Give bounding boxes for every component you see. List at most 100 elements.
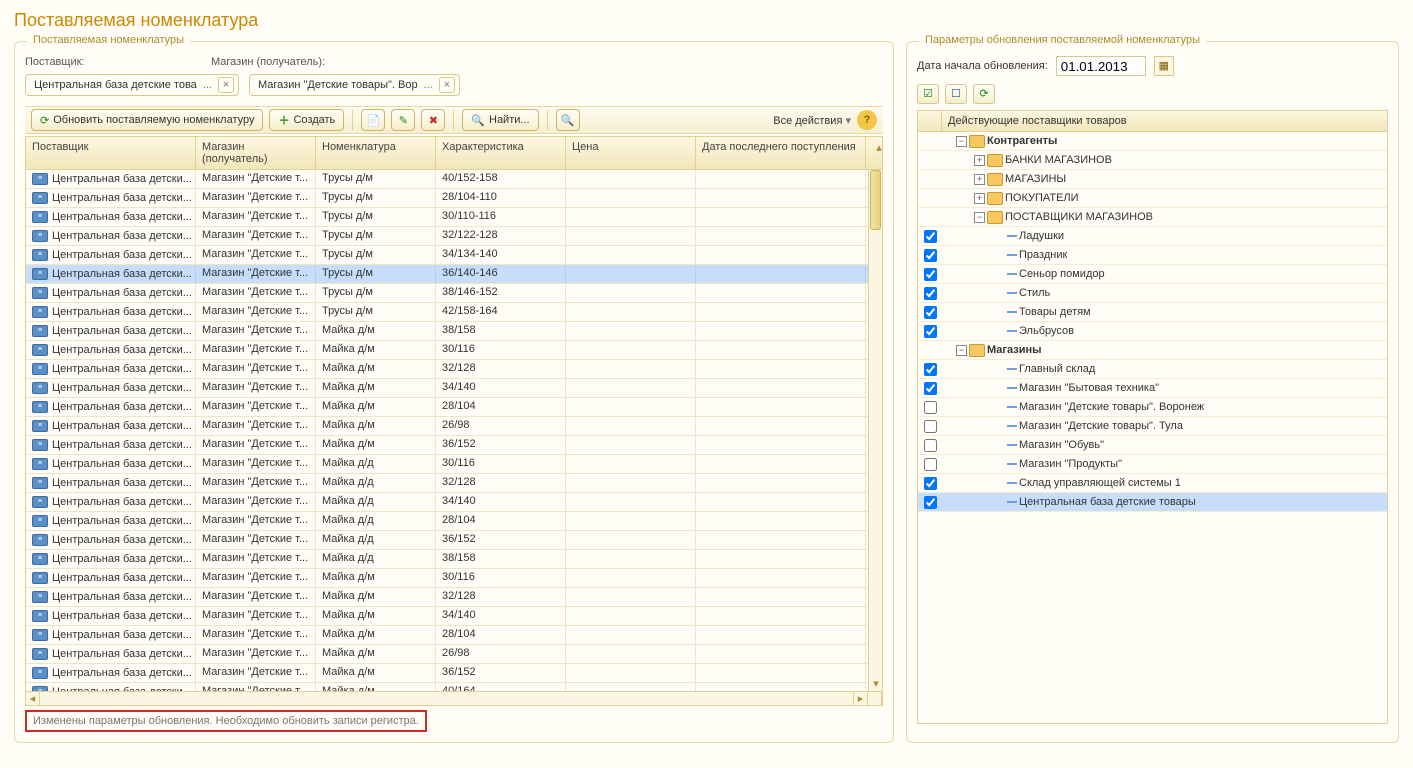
tree-checkbox[interactable] [924,496,937,509]
table-row[interactable]: ≡Центральная база детски...Магазин "Детс… [26,379,882,398]
clear-search-button[interactable]: 🔍 [556,109,580,131]
copy-button[interactable]: 📄 [361,109,385,131]
scroll-right-icon[interactable]: ▸ [854,692,868,706]
tree-row[interactable]: Магазин "Продукты" [918,455,1387,474]
tree-checkbox[interactable] [924,382,937,395]
col-price[interactable]: Цена [566,137,696,169]
ellipsis-icon[interactable]: ... [424,79,433,91]
table-row[interactable]: ≡Центральная база детски...Магазин "Детс… [26,455,882,474]
delete-button[interactable]: ✖ [421,109,445,131]
tree-row[interactable]: Праздник [918,246,1387,265]
store-chip[interactable]: Магазин "Детские товары". Вор ... × [249,74,460,96]
col-characteristic[interactable]: Характеристика [436,137,566,169]
tree-checkbox[interactable] [924,325,937,338]
tree-checkbox[interactable] [924,439,937,452]
ellipsis-icon[interactable]: ... [203,79,212,91]
table-row[interactable]: ≡Центральная база детски...Магазин "Детс… [26,626,882,645]
expand-icon[interactable]: + [974,155,985,166]
tree-checkbox[interactable] [924,363,937,376]
table-row[interactable]: ≡Центральная база детски...Магазин "Детс… [26,360,882,379]
table-row[interactable]: ≡Центральная база детски...Магазин "Детс… [26,246,882,265]
table-row[interactable]: ≡Центральная база детски...Магазин "Детс… [26,322,882,341]
table-row[interactable]: ≡Центральная база детски...Магазин "Детс… [26,208,882,227]
tree-row[interactable]: Магазин "Детские товары". Воронеж [918,398,1387,417]
tree-checkbox[interactable] [924,420,937,433]
table-row[interactable]: ≡Центральная база детски...Магазин "Детс… [26,398,882,417]
tree-row[interactable]: Главный склад [918,360,1387,379]
edit-button[interactable]: ✎ [391,109,415,131]
create-button[interactable]: ＋ Создать [269,109,344,131]
tree-row[interactable]: Магазин "Бытовая техника" [918,379,1387,398]
tree-row[interactable]: Магазин "Детские товары". Тула [918,417,1387,436]
table-row[interactable]: ≡Центральная база детски...Магазин "Детс… [26,341,882,360]
scroll-up-icon[interactable]: ▴ [872,141,886,155]
collapse-icon[interactable]: − [956,345,967,356]
tree-row[interactable]: Эльбрусов [918,322,1387,341]
all-actions-dropdown[interactable]: Все действия [773,114,851,127]
table-row[interactable]: ≡Центральная база детски...Магазин "Детс… [26,189,882,208]
find-button[interactable]: 🔍 Найти... [462,109,538,131]
table-row[interactable]: ≡Центральная база детски...Магазин "Детс… [26,683,882,691]
table-row[interactable]: ≡Центральная база детски...Магазин "Детс… [26,265,882,284]
table-row[interactable]: ≡Центральная база детски...Магазин "Детс… [26,284,882,303]
table-row[interactable]: ≡Центральная база детски...Магазин "Детс… [26,493,882,512]
scroll-left-icon[interactable]: ◂ [26,692,40,706]
table-row[interactable]: ≡Центральная база детски...Магазин "Детс… [26,170,882,189]
check-all-button[interactable]: ☑ [917,84,939,104]
collapse-icon[interactable]: − [974,212,985,223]
table-row[interactable]: ≡Центральная база детски...Магазин "Детс… [26,512,882,531]
uncheck-all-button[interactable]: ☐ [945,84,967,104]
tree-row[interactable]: Сеньор помидор [918,265,1387,284]
supplier-chip[interactable]: Центральная база детские това ... × [25,74,239,96]
tree-checkbox[interactable] [924,268,937,281]
table-row[interactable]: ≡Центральная база детски...Магазин "Детс… [26,588,882,607]
date-start-input[interactable] [1056,56,1146,76]
tree-row[interactable]: Центральная база детские товары [918,493,1387,512]
vertical-scrollbar[interactable]: ▾ [868,170,882,691]
help-button[interactable]: ? [857,110,877,130]
table-row[interactable]: ≡Центральная база детски...Магазин "Детс… [26,436,882,455]
tree-checkbox[interactable] [924,249,937,262]
table-row[interactable]: ≡Центральная база детски...Магазин "Детс… [26,303,882,322]
refresh-tree-button[interactable]: ⟳ [973,84,995,104]
tree-row[interactable]: Магазин "Обувь" [918,436,1387,455]
table-row[interactable]: ≡Центральная база детски...Магазин "Детс… [26,531,882,550]
refresh-button[interactable]: ⟳ Обновить поставляемую номенклатуру [31,109,263,131]
tree-checkbox[interactable] [924,477,937,490]
tree-checkbox[interactable] [924,401,937,414]
table-row[interactable]: ≡Центральная база детски...Магазин "Детс… [26,550,882,569]
col-supplier[interactable]: Поставщик [26,137,196,169]
tree-row[interactable]: + МАГАЗИНЫ [918,170,1387,189]
tree-row[interactable]: + ПОКУПАТЕЛИ [918,189,1387,208]
scroll-down-icon[interactable]: ▾ [869,677,882,691]
table-row[interactable]: ≡Центральная база детски...Магазин "Детс… [26,474,882,493]
close-icon[interactable]: × [439,77,455,93]
col-nomenclature[interactable]: Номенклатура [316,137,436,169]
tree-row[interactable]: − Контрагенты [918,132,1387,151]
calendar-button[interactable]: ▦ [1154,56,1174,76]
table-row[interactable]: ≡Центральная база детски...Магазин "Детс… [26,664,882,683]
tree-row[interactable]: − ПОСТАВЩИКИ МАГАЗИНОВ [918,208,1387,227]
tree-row[interactable]: Товары детям [918,303,1387,322]
table-row[interactable]: ≡Центральная база детски...Магазин "Детс… [26,227,882,246]
table-row[interactable]: ≡Центральная база детски...Магазин "Детс… [26,417,882,436]
tree-checkbox[interactable] [924,287,937,300]
tree-checkbox[interactable] [924,306,937,319]
tree-row[interactable]: Ладушки [918,227,1387,246]
col-store[interactable]: Магазин (получатель) [196,137,316,169]
tree-row[interactable]: Склад управляющей системы 1 [918,474,1387,493]
scrollbar-thumb[interactable] [870,170,881,230]
expand-icon[interactable]: + [974,193,985,204]
tree-row[interactable]: − Магазины [918,341,1387,360]
tree-checkbox[interactable] [924,230,937,243]
table-row[interactable]: ≡Центральная база детски...Магазин "Детс… [26,645,882,664]
tree-row[interactable]: + БАНКИ МАГАЗИНОВ [918,151,1387,170]
tree-row[interactable]: Стиль [918,284,1387,303]
tree-checkbox[interactable] [924,458,937,471]
table-row[interactable]: ≡Центральная база детски...Магазин "Детс… [26,607,882,626]
horizontal-scrollbar[interactable]: ◂ ▸ [26,691,882,705]
collapse-icon[interactable]: − [956,136,967,147]
close-icon[interactable]: × [218,77,234,93]
col-last-date[interactable]: Дата последнего поступления [696,137,866,169]
table-row[interactable]: ≡Центральная база детски...Магазин "Детс… [26,569,882,588]
